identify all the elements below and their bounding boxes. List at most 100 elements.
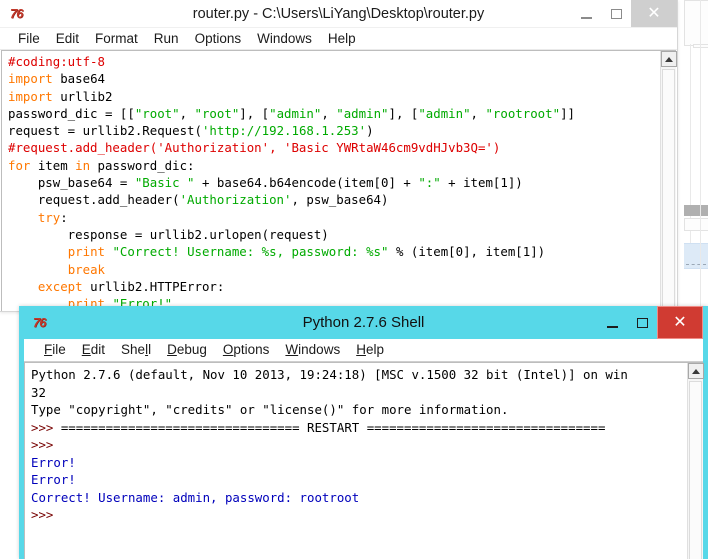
editor-menubar[interactable]: File Edit Format Run Options Windows Hel… (0, 28, 677, 50)
code-token: #request.add_header('Authorization', 'Ba… (8, 140, 501, 156)
shell-vertical-scrollbar[interactable] (687, 363, 704, 559)
maximize-icon (636, 317, 648, 328)
background-window-row-a (684, 218, 708, 231)
code-token: 'http://192.168.1.253' (201, 123, 367, 139)
shell-window-controls: ✕ (597, 306, 703, 339)
shell-output-line: >>> ================================ RES… (31, 419, 687, 437)
screenshot-root: 76 router.py - C:\Users\LiYang\Desktop\r… (0, 0, 708, 559)
code-token: + base64.b64encode(item[0] + (194, 175, 419, 191)
code-token: + item[1]) (440, 175, 523, 191)
shell-menu-options[interactable]: Options (215, 340, 278, 360)
code-token: urllib2.HTTPError: (82, 278, 225, 294)
background-window-focus-outline (686, 264, 706, 265)
editor-code-line: #coding:utf-8 (8, 53, 660, 70)
code-token: except (37, 278, 83, 294)
code-token: in (75, 157, 91, 173)
maximize-button[interactable] (627, 306, 657, 339)
shell-output-line: 32 (31, 384, 687, 402)
editor-code-line: try: (8, 209, 660, 226)
shell-menu-file[interactable]: File (36, 340, 74, 360)
code-token: Type "copyright", "credits" or "license(… (31, 402, 509, 417)
editor-vertical-scrollbar[interactable] (660, 51, 677, 311)
code-token: request.add_header( (8, 192, 180, 208)
minimize-button[interactable] (571, 0, 601, 27)
shell-output-line: Correct! Username: admin, password: root… (31, 489, 687, 507)
code-token: break (67, 261, 105, 277)
maximize-button[interactable] (601, 0, 631, 27)
code-token: "Correct! Username: %s, password: %s" (112, 244, 389, 260)
menu-help[interactable]: Help (320, 29, 364, 49)
shell-output-line: >>> (31, 436, 687, 454)
close-icon: ✕ (647, 4, 661, 22)
code-token: ], [ (388, 105, 419, 121)
code-token: Correct! Username: admin, password: root… (31, 489, 360, 505)
menu-options[interactable]: Options (187, 29, 250, 49)
shell-output-line: Error! (31, 454, 687, 472)
background-window-toolbar (684, 0, 708, 46)
shell-menu-edit[interactable]: Edit (74, 340, 113, 360)
editor-code-line: break (8, 261, 660, 278)
code-token: for (8, 157, 31, 173)
code-token: % (item[0], item[1]) (388, 244, 546, 260)
menu-format[interactable]: Format (87, 29, 146, 49)
shell-scroll-thumb[interactable] (689, 381, 702, 559)
shell-text-area-container: Python 2.7.6 (default, Nov 10 2013, 19:2… (24, 362, 704, 559)
code-token: response = urllib2.urlopen(request) (8, 226, 329, 242)
code-token: , (470, 105, 486, 121)
editor-code-line: import base64 (8, 70, 660, 87)
minimize-button[interactable] (597, 306, 627, 339)
shell-menu-windows[interactable]: Windows (277, 340, 348, 360)
menu-run[interactable]: Run (146, 29, 187, 49)
shell-menu-help[interactable]: Help (348, 340, 392, 360)
shell-output-line: Error! (31, 471, 687, 489)
editor-code-line: password_dic = [["root", "root"], ["admi… (8, 105, 660, 122)
editor-scroll-thumb[interactable] (662, 69, 675, 307)
editor-code-line: request = urllib2.Request('http://192.16… (8, 122, 660, 139)
editor-code-line: import urllib2 (8, 88, 660, 105)
menu-file[interactable]: File (10, 29, 48, 49)
code-token: import (8, 88, 53, 104)
editor-titlebar[interactable]: 76 router.py - C:\Users\LiYang\Desktop\r… (0, 0, 677, 28)
maximize-icon (610, 8, 622, 19)
code-token: print (67, 244, 105, 260)
menu-windows[interactable]: Windows (249, 29, 320, 49)
code-token: ]] (560, 105, 575, 121)
editor-window-controls: ✕ (571, 0, 677, 27)
code-token: "root" (134, 105, 180, 121)
editor-code-text[interactable]: #coding:utf-8 import base64 import urllib2… (2, 51, 660, 311)
close-button[interactable]: ✕ (657, 306, 703, 339)
shell-menu-debug[interactable]: Debug (159, 340, 215, 360)
code-token: , psw_base64) (291, 192, 389, 208)
background-window-selected-row (684, 243, 708, 269)
editor-window[interactable]: 76 router.py - C:\Users\LiYang\Desktop\r… (0, 0, 678, 312)
code-token: "Basic " (134, 175, 195, 191)
background-window-right-edge (700, 0, 701, 306)
close-button[interactable]: ✕ (631, 0, 677, 27)
shell-titlebar[interactable]: 76 Python 2.7.6 Shell ✕ (24, 306, 703, 339)
shell-menu-shell[interactable]: Shell (113, 340, 159, 360)
shell-menubar[interactable]: File Edit Shell Debug Options Windows Help (24, 339, 703, 362)
code-token: 'Authorization' (179, 192, 292, 208)
code-token: , (321, 105, 337, 121)
shell-output-text[interactable]: Python 2.7.6 (default, Nov 10 2013, 19:2… (25, 363, 687, 559)
scroll-up-arrow-icon[interactable] (661, 51, 677, 67)
code-token: urllib2 (52, 88, 113, 104)
editor-code-line: except urllib2.HTTPError: (8, 278, 660, 295)
menu-edit[interactable]: Edit (48, 29, 87, 49)
scroll-up-arrow-icon[interactable] (688, 363, 704, 379)
code-token: ], [ (239, 105, 270, 121)
code-token: import (8, 71, 53, 87)
code-token: "root" (194, 105, 240, 121)
code-token: "admin" (269, 105, 322, 121)
python-shell-window[interactable]: 76 Python 2.7.6 Shell ✕ File Edit Shell Deb… (19, 306, 708, 559)
code-token: , (179, 105, 195, 121)
minimize-icon (580, 16, 592, 19)
editor-code-line: psw_base64 = "Basic " + base64.b64encode… (8, 174, 660, 191)
code-token: ) (366, 123, 374, 139)
editor-code-line: request.add_header('Authorization', psw_… (8, 191, 660, 208)
code-token: Error! (31, 472, 76, 487)
editor-code-line: #request.add_header('Authorization', 'Ba… (8, 139, 660, 156)
code-token: "rootroot" (485, 105, 561, 121)
